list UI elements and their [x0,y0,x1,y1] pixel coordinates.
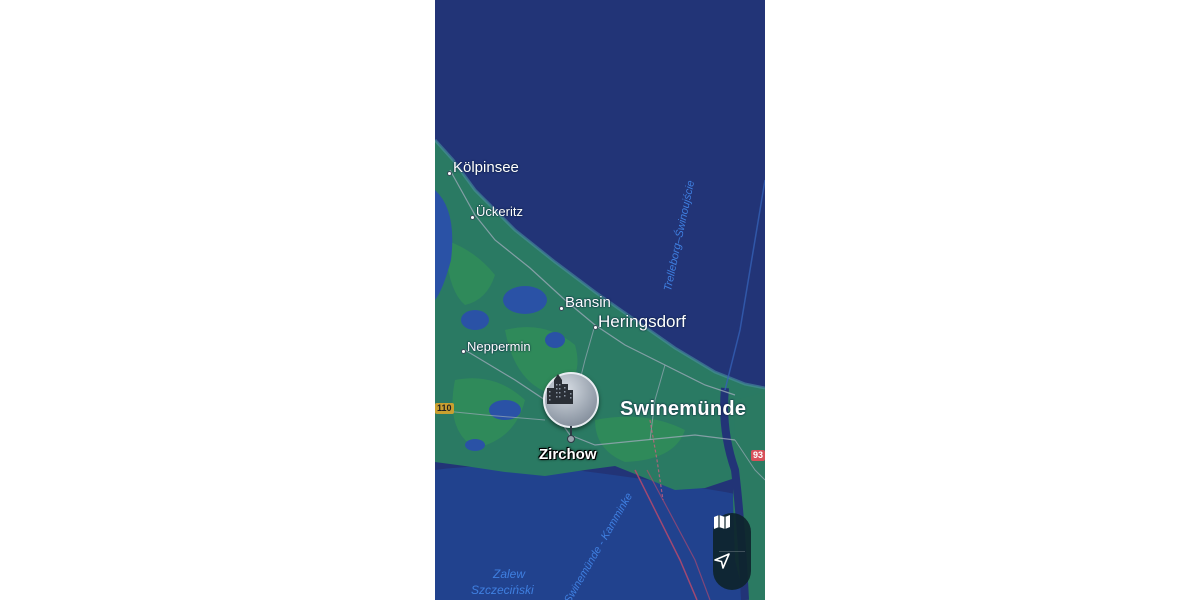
place-label-neppermin[interactable]: Neppermin [467,340,531,353]
town-dot [470,215,475,220]
lake [545,332,565,348]
location-arrow-icon [714,553,730,569]
lake [503,286,547,314]
route-badge-west: 110 [435,403,454,414]
current-location-button[interactable] [713,552,751,590]
map-icon [714,515,730,529]
water-label-zalew: Zalew [493,567,526,581]
pin-location-dot [567,435,575,443]
town-dot [559,306,564,311]
map-view[interactable]: Kölpinsee Ückeritz Bansin Heringsdorf Ne… [435,0,765,600]
place-label-heringsdorf[interactable]: Heringsdorf [598,313,686,330]
lake [461,310,489,330]
map-controls [713,513,751,590]
place-label-bansin[interactable]: Bansin [565,295,611,310]
place-label-koelpinsee[interactable]: Kölpinsee [453,160,519,175]
city-buildings-icon [547,374,573,404]
place-label-swinemuende[interactable]: Swinemünde [620,399,746,419]
selected-place-pin[interactable] [543,372,599,428]
lake [465,439,485,451]
selected-place-label[interactable]: Zirchow [539,446,597,463]
water-label-szczecinski: Szczeciński [471,583,534,597]
route-badge-east: 93 [751,450,765,461]
place-label-ueckeritz[interactable]: Ückeritz [476,205,523,218]
town-dot [461,349,466,354]
map-mode-button[interactable] [713,513,751,551]
town-dot [447,171,452,176]
